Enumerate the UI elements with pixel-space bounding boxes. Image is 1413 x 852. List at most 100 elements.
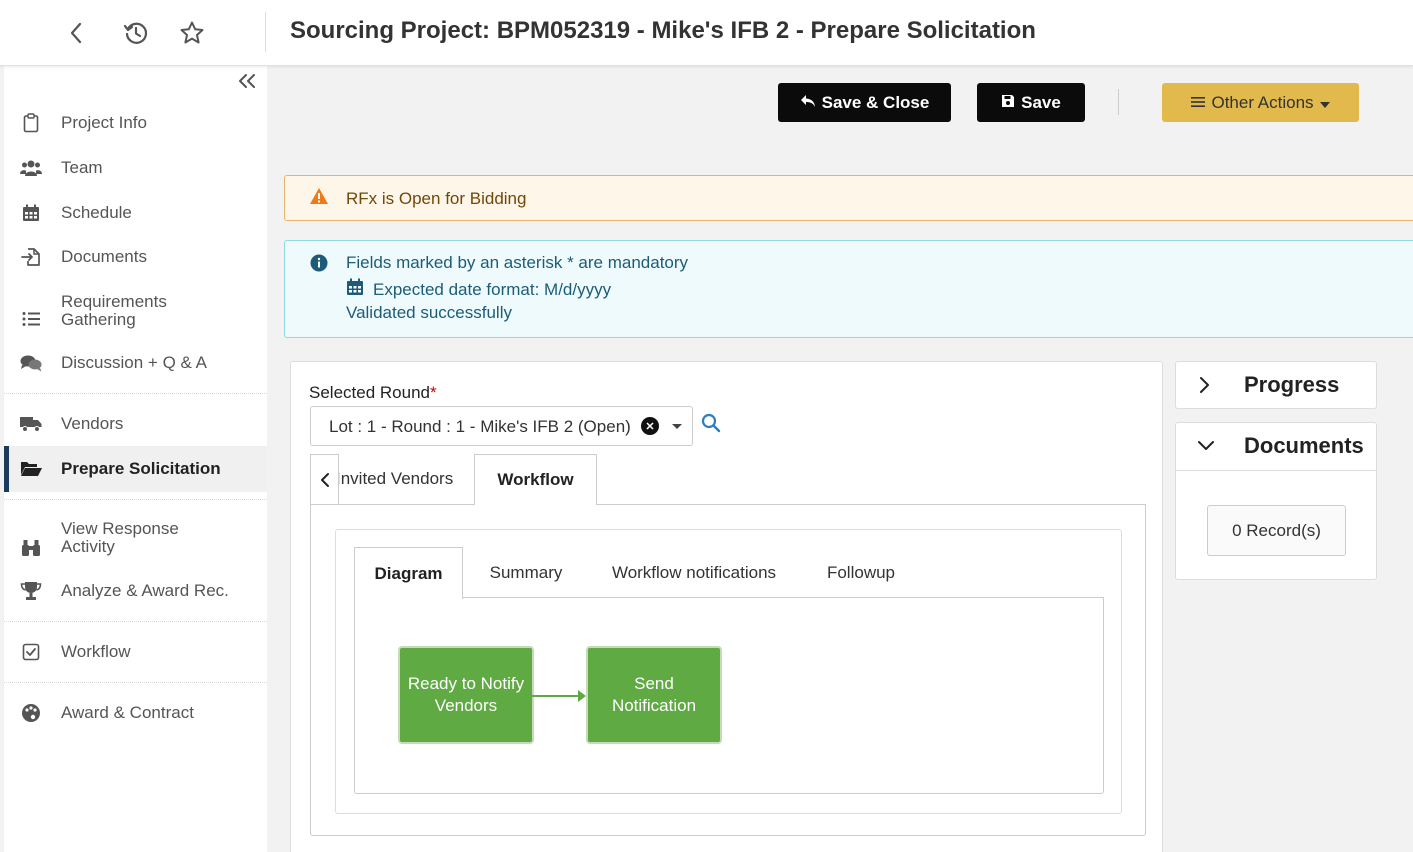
chevron-right-icon — [1198, 375, 1210, 400]
records-count: 0 Record(s) — [1232, 520, 1321, 540]
save-close-label: Save & Close — [821, 92, 930, 112]
info-date-format-text: Expected date format: M/d/yyyy — [373, 279, 612, 299]
sidebar-divider — [4, 621, 267, 622]
info-line-date-format: Expected date format: M/d/yyyy — [346, 278, 611, 301]
sidebar-item-prepare-solicitation[interactable]: Prepare Solicitation — [4, 446, 267, 492]
solicitation-card: Selected Round* Lot : 1 - Round : 1 - Mi… — [290, 361, 1163, 852]
sidebar-item-label: Documents — [61, 247, 147, 266]
toolbar-divider — [1118, 89, 1119, 115]
tab-diagram[interactable]: Diagram — [354, 547, 463, 599]
progress-panel-header[interactable]: Progress — [1176, 362, 1376, 408]
sidebar-item-workflow[interactable]: Workflow — [4, 629, 267, 675]
sidebar-item-team[interactable]: Team — [4, 145, 267, 191]
collapse-sidebar-icon[interactable] — [238, 72, 256, 95]
history-icon[interactable] — [120, 16, 152, 50]
sidebar-item-project-info[interactable]: Project Info — [4, 100, 267, 146]
required-asterisk: * — [429, 383, 437, 402]
tab-diagram-label: Diagram — [374, 563, 443, 583]
selected-round-select[interactable]: Lot : 1 - Round : 1 - Mike's IFB 2 (Open… — [310, 406, 693, 446]
tab-followup[interactable]: Followup — [808, 547, 914, 598]
info-mandatory-text: Fields marked by an asterisk * are manda… — [346, 253, 689, 272]
sidebar-item-vendors[interactable]: Vendors — [4, 401, 267, 447]
header-divider — [265, 12, 266, 52]
warning-text: RFx is Open for Bidding — [346, 189, 527, 208]
workflow-card: Diagram Summary Workflow notifications F… — [335, 529, 1122, 814]
tab-workflow-notifications[interactable]: Workflow notifications — [594, 547, 794, 598]
sidebar-item-discussion[interactable]: Discussion + Q & A — [4, 340, 267, 386]
users-icon — [20, 157, 42, 179]
progress-panel-title: Progress — [1244, 372, 1340, 397]
clear-selection-icon[interactable]: ✕ — [641, 417, 659, 435]
save-close-button[interactable]: Save & Close — [778, 83, 951, 122]
sidebar-item-view-response-activity[interactable]: View Response Activity — [4, 515, 267, 571]
selected-round-label: Selected Round* — [309, 383, 437, 403]
sidebar: Project Info Team Schedule Documents Req… — [4, 66, 267, 852]
sidebar-divider — [4, 393, 267, 394]
truck-icon — [20, 413, 42, 435]
other-actions-button[interactable]: Other Actions — [1162, 83, 1359, 122]
other-actions-label: Other Actions — [1211, 92, 1314, 112]
workflow-node-send-notification[interactable]: Send Notification — [586, 646, 722, 744]
sidebar-item-label: Team — [61, 158, 103, 177]
save-label: Save — [1021, 92, 1061, 112]
star-icon[interactable] — [176, 16, 208, 50]
documents-records-button[interactable]: 0 Record(s) — [1207, 505, 1346, 556]
sidebar-item-analyze-award[interactable]: Analyze & Award Rec. — [4, 568, 267, 614]
sidebar-divider — [4, 682, 267, 683]
sidebar-divider — [4, 499, 267, 500]
chevron-down-icon[interactable] — [672, 424, 682, 429]
progress-panel: Progress — [1175, 361, 1377, 409]
clipboard-icon — [20, 112, 42, 134]
sidebar-item-label: Vendors — [61, 414, 124, 433]
workflow-node-label: Ready to Notify Vendors — [407, 674, 525, 715]
reply-icon — [800, 93, 816, 113]
tab-invited-vendors[interactable]: Invited Vendors — [339, 454, 471, 504]
workflow-diagram: Ready to Notify Vendors Send Notificatio… — [354, 597, 1104, 794]
trophy-icon — [20, 580, 42, 602]
folder-open-icon — [20, 458, 42, 480]
sidebar-item-requirements-gathering[interactable]: Requirements Gathering — [4, 288, 267, 344]
workflow-arrow — [532, 695, 580, 697]
palette-icon — [20, 702, 42, 724]
documents-panel-header[interactable]: Documents — [1176, 423, 1376, 471]
list-icon — [20, 308, 42, 330]
calendar-icon — [346, 278, 364, 301]
sidebar-item-label: Project Info — [61, 113, 147, 132]
workflow-node-ready-to-notify[interactable]: Ready to Notify Vendors — [398, 646, 534, 744]
arrow-head-icon — [578, 690, 586, 702]
documents-panel-title: Documents — [1244, 433, 1364, 458]
documents-panel: Documents 0 Record(s) — [1175, 422, 1377, 580]
floppy-disk-icon — [1001, 93, 1015, 113]
back-icon[interactable] — [60, 16, 92, 50]
tab-workflow[interactable]: Workflow — [474, 454, 597, 505]
calendar-icon — [20, 202, 42, 224]
info-alert: Fields marked by an asterisk * are manda… — [284, 240, 1413, 338]
warning-icon — [309, 187, 329, 210]
sidebar-item-documents[interactable]: Documents — [4, 234, 267, 280]
info-validated-text: Validated successfully — [346, 303, 512, 322]
save-button[interactable]: Save — [977, 83, 1085, 122]
tab-workflow-label: Workflow — [497, 470, 574, 489]
menu-icon — [1191, 93, 1206, 113]
caret-down-icon — [1319, 93, 1330, 113]
sidebar-item-schedule[interactable]: Schedule — [4, 190, 267, 236]
tab-summary-label: Summary — [489, 562, 563, 582]
binoculars-icon — [20, 537, 42, 559]
sidebar-item-award-contract[interactable]: Award & Contract — [4, 690, 267, 736]
search-icon[interactable] — [701, 413, 721, 438]
sidebar-item-label: Prepare Solicitation — [61, 459, 221, 478]
workflow-tab-panel: Diagram Summary Workflow notifications F… — [310, 504, 1146, 836]
info-line-validated: Validated successfully — [346, 303, 512, 323]
checkbox-icon — [20, 641, 42, 663]
warning-alert: RFx is Open for Bidding — [284, 175, 1413, 221]
sidebar-item-label: Schedule — [61, 203, 132, 222]
info-icon — [310, 254, 328, 277]
tab-summary[interactable]: Summary — [471, 547, 581, 598]
workflow-node-label: Send Notification — [611, 674, 697, 715]
selected-round-value: Lot : 1 - Round : 1 - Mike's IFB 2 (Open… — [329, 417, 631, 436]
sidebar-item-label: Discussion + Q & A — [61, 353, 207, 372]
sidebar-item-label: Requirements Gathering — [61, 292, 167, 329]
tab-scroll-left-button[interactable] — [310, 454, 339, 504]
sidebar-item-label: Award & Contract — [61, 703, 194, 722]
file-import-icon — [20, 246, 42, 268]
